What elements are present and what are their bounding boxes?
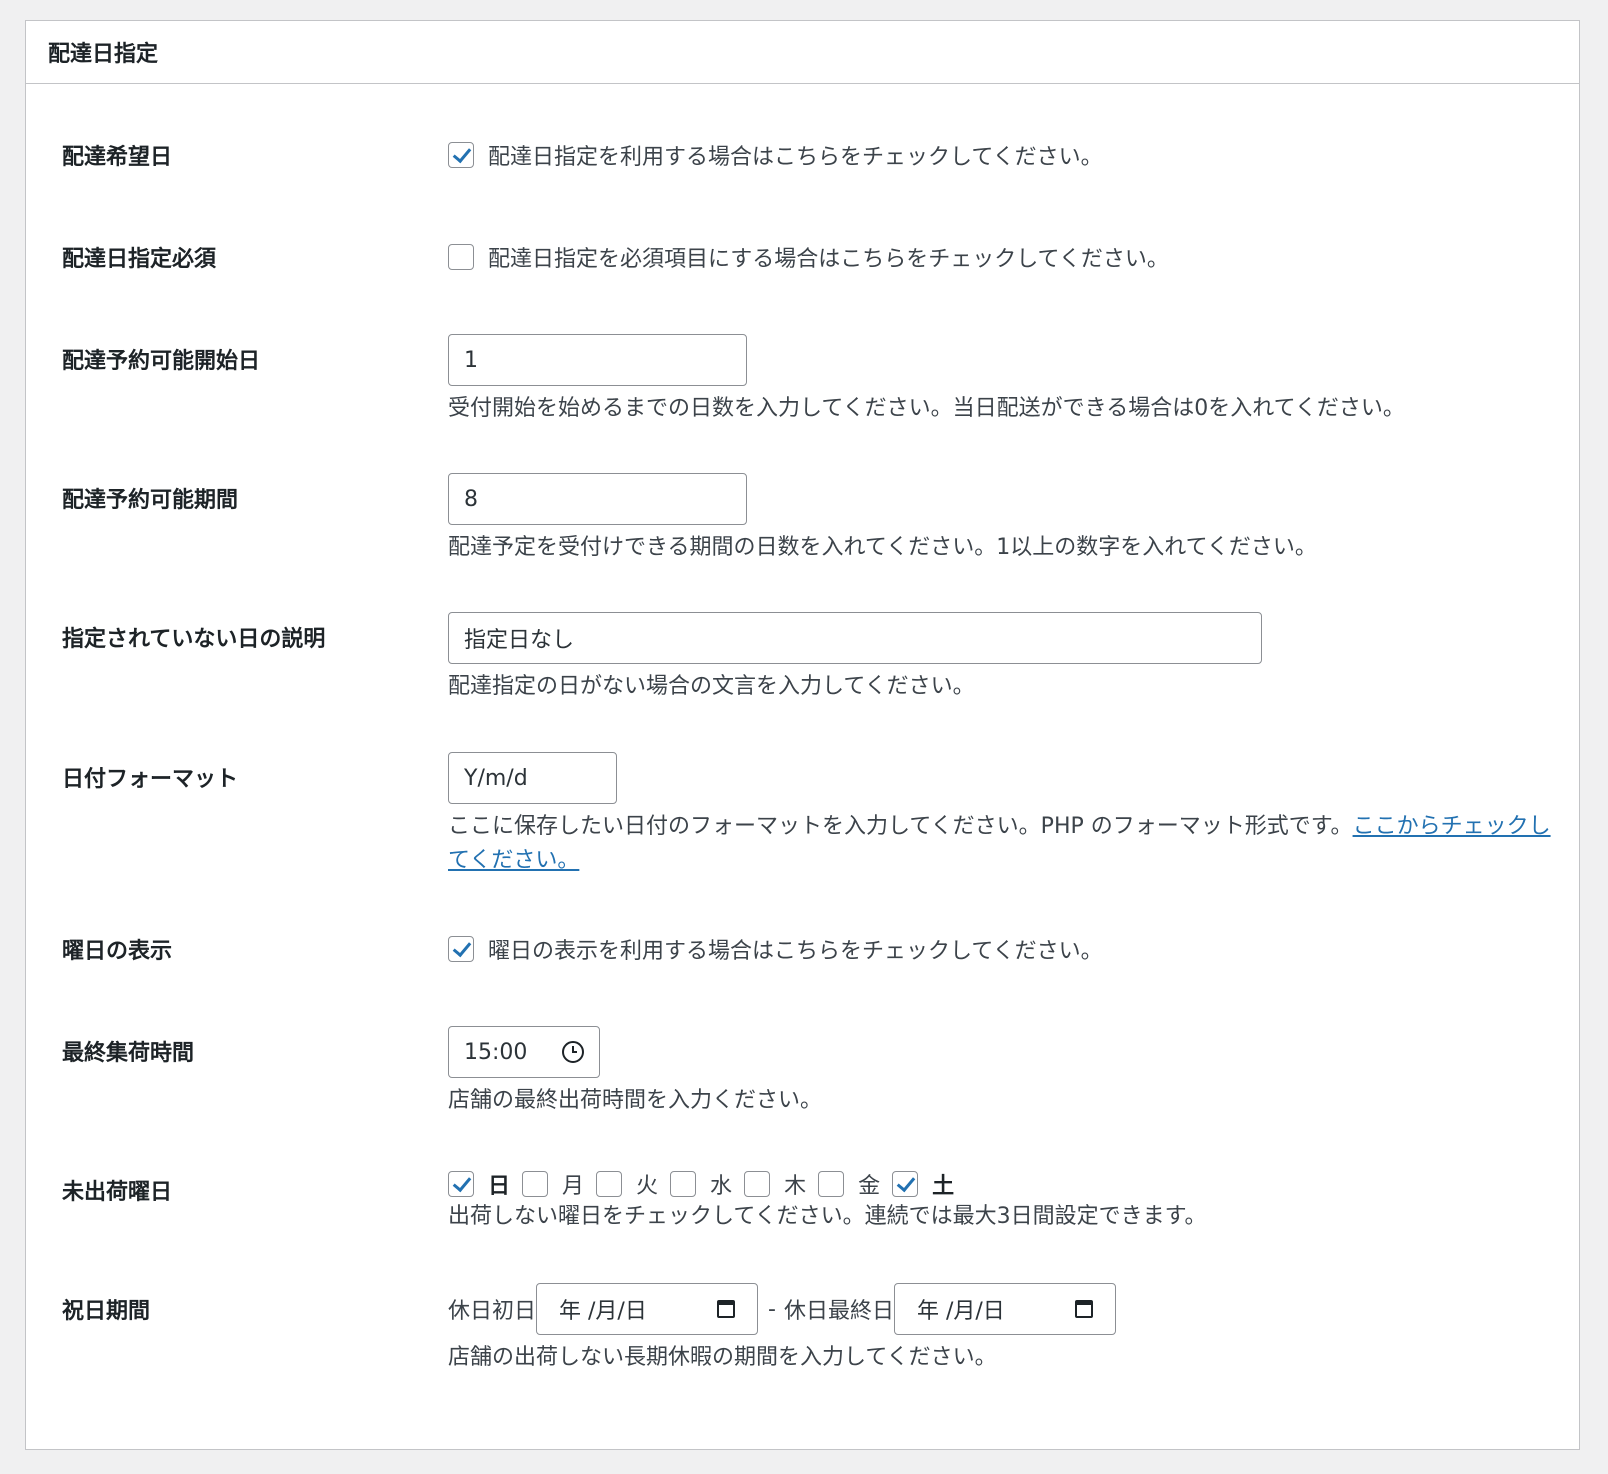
- date-format-desc: ここに保存したい日付のフォーマットを入力してください。PHP のフォーマット形式…: [448, 810, 1559, 878]
- calendar-icon[interactable]: [1074, 1300, 1093, 1318]
- clock-icon[interactable]: [562, 1041, 584, 1063]
- period-desc: 配達予定を受付けできる期間の日数を入れてください。1以上の数字を入れてください。: [448, 535, 1317, 560]
- unspecified-input[interactable]: 指定日なし: [448, 612, 1262, 664]
- holiday-end-label: 休日最終日: [783, 1299, 894, 1324]
- day-fri-checkbox[interactable]: [818, 1171, 845, 1197]
- field-no-ship-days: 日 月 火 水 木 金 土 出荷しない曜日をチェックしてください。連続では最大3…: [448, 1168, 1559, 1234]
- panel-title: 配達日指定: [48, 42, 159, 67]
- start-day-desc: 受付開始を始めるまでの日数を入力してください。当日配送ができる場合は0を入れてく…: [448, 396, 1405, 421]
- day-mon-label: 月: [562, 1174, 585, 1199]
- delivery-request-text: 配達日指定を利用する場合はこちらをチェックしてください。: [488, 145, 1103, 170]
- label-date-format: 日付フォーマット: [62, 767, 239, 792]
- delivery-settings-panel: 配達日指定 配達希望日 配達日指定を利用する場合はこちらをチェックしてください。…: [25, 20, 1580, 1450]
- holiday-range: 休日初日 年 /月/日 - 休日最終日 年 /月/日: [448, 1283, 1559, 1335]
- label-last-ship: 最終集荷時間: [62, 1041, 195, 1066]
- holiday-end-placeholder: 年 /月/日: [916, 1299, 1005, 1324]
- day-fri: 金: [818, 1168, 892, 1200]
- holiday-separator: -: [768, 1296, 776, 1322]
- weekday-text: 曜日の表示を利用する場合はこちらをチェックしてください。: [488, 939, 1103, 964]
- day-sun-checkbox[interactable]: [448, 1171, 474, 1197]
- date-format-input[interactable]: Y/m/d: [448, 752, 617, 804]
- day-tue-label: 火: [636, 1174, 659, 1199]
- field-delivery-request: 配達日指定を利用する場合はこちらをチェックしてください。: [448, 139, 1559, 171]
- label-holiday: 祝日期間: [62, 1299, 151, 1324]
- day-sun-label: 日: [488, 1174, 511, 1199]
- day-thu-checkbox[interactable]: [744, 1171, 771, 1197]
- day-wed: 水: [670, 1168, 744, 1200]
- holiday-start-date-input[interactable]: 年 /月/日: [536, 1283, 759, 1335]
- day-wed-label: 水: [710, 1174, 733, 1199]
- panel-header: 配達日指定: [26, 21, 1579, 84]
- unspecified-desc: 配達指定の日がない場合の文言を入力してください。: [448, 674, 975, 699]
- day-mon: 月: [522, 1168, 596, 1200]
- day-tue: 火: [596, 1168, 670, 1200]
- label-start-day: 配達予約可能開始日: [62, 349, 261, 374]
- required-text: 配達日指定を必須項目にする場合はこちらをチェックしてください。: [488, 247, 1169, 272]
- holiday-start-label: 休日初日: [448, 1299, 537, 1324]
- field-last-ship: 15:00 店舗の最終出荷時間を入力ください。: [448, 1026, 1559, 1118]
- field-required: 配達日指定を必須項目にする場合はこちらをチェックしてください。: [448, 241, 1559, 273]
- calendar-icon[interactable]: [717, 1300, 736, 1318]
- period-input[interactable]: 8: [448, 473, 747, 525]
- last-ship-time-value: 15:00: [464, 1039, 528, 1065]
- label-no-ship-days: 未出荷曜日: [62, 1180, 173, 1205]
- holiday-desc: 店舗の出荷しない長期休暇の期間を入力してください。: [448, 1345, 997, 1370]
- holiday-end-date-input[interactable]: 年 /月/日: [893, 1283, 1116, 1335]
- day-thu-label: 木: [784, 1174, 807, 1199]
- day-mon-checkbox[interactable]: [522, 1171, 549, 1197]
- label-required: 配達日指定必須: [62, 247, 217, 272]
- label-period: 配達予約可能期間: [62, 488, 239, 513]
- day-wed-checkbox[interactable]: [670, 1171, 697, 1197]
- last-ship-desc: 店舗の最終出荷時間を入力ください。: [448, 1088, 823, 1113]
- last-ship-time-input[interactable]: 15:00: [448, 1026, 600, 1078]
- holiday-start-placeholder: 年 /月/日: [559, 1299, 647, 1324]
- day-thu: 木: [744, 1168, 818, 1200]
- day-sun: 日: [448, 1168, 522, 1200]
- field-start-day: 1 受付開始を始めるまでの日数を入力してください。当日配送ができる場合は0を入れ…: [448, 334, 1559, 426]
- label-delivery-request: 配達希望日: [62, 145, 173, 170]
- field-holiday: 休日初日 年 /月/日 - 休日最終日 年 /月/日 店舗の出荷しない長期休暇の…: [448, 1283, 1559, 1375]
- no-ship-days-list: 日 月 火 水 木 金 土: [448, 1168, 1559, 1200]
- field-period: 8 配達予定を受付けできる期間の日数を入れてください。1以上の数字を入れてくださ…: [448, 473, 1559, 565]
- weekday-checkbox[interactable]: [448, 936, 474, 962]
- label-unspecified: 指定されていない日の説明: [62, 627, 326, 652]
- no-ship-days-desc: 出荷しない曜日をチェックしてください。連続では最大3日間設定できます。: [448, 1204, 1207, 1229]
- required-checkbox[interactable]: [448, 244, 474, 270]
- start-day-input[interactable]: 1: [448, 334, 747, 386]
- day-fri-label: 金: [858, 1174, 881, 1199]
- field-weekday: 曜日の表示を利用する場合はこちらをチェックしてください。: [448, 933, 1559, 965]
- field-date-format: Y/m/d ここに保存したい日付のフォーマットを入力してください。PHP のフォ…: [448, 752, 1559, 878]
- field-unspecified: 指定日なし 配達指定の日がない場合の文言を入力してください。: [448, 612, 1559, 704]
- label-weekday: 曜日の表示: [62, 939, 173, 964]
- date-format-desc-text: ここに保存したい日付のフォーマットを入力してください。PHP のフォーマット形式…: [448, 814, 1353, 839]
- day-sat: 土: [892, 1168, 966, 1200]
- delivery-request-checkbox[interactable]: [448, 142, 474, 168]
- day-sat-label: 土: [932, 1174, 955, 1199]
- day-sat-checkbox[interactable]: [892, 1171, 919, 1197]
- day-tue-checkbox[interactable]: [596, 1171, 623, 1197]
